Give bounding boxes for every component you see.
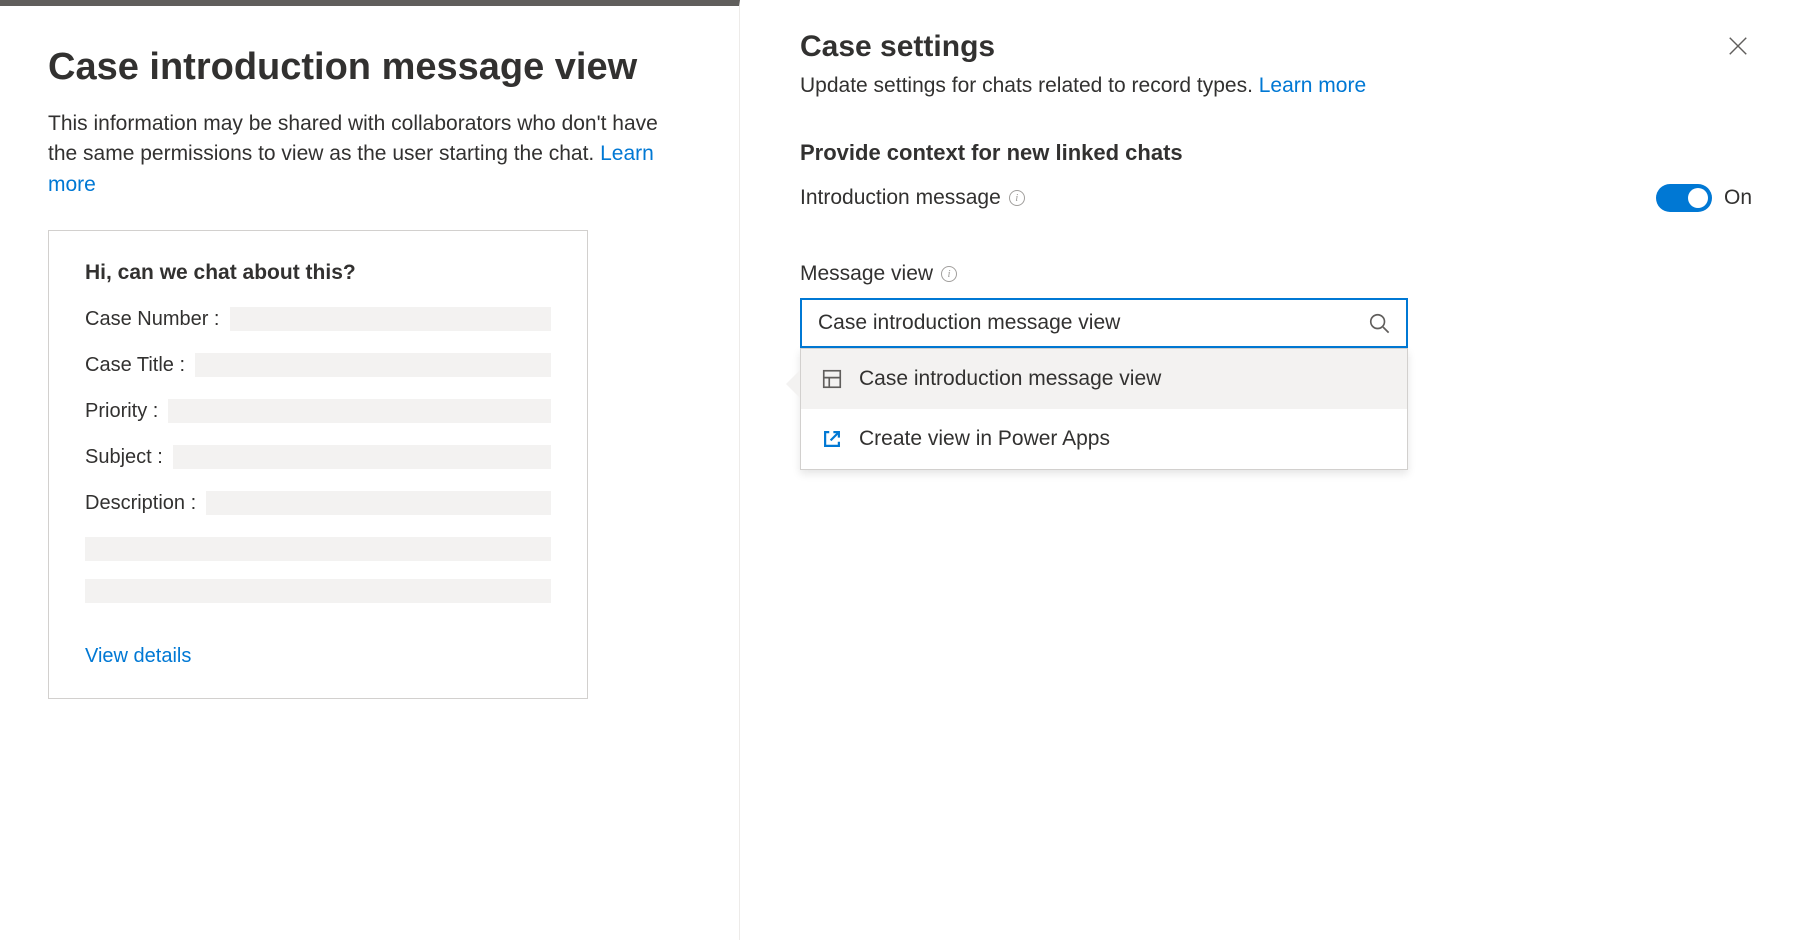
close-button[interactable] [1724, 32, 1752, 60]
field-skeleton [168, 399, 551, 423]
search-icon [1368, 312, 1390, 334]
left-panel-title: Case introduction message view [48, 46, 691, 89]
message-view-combobox[interactable]: Case introduction message view [800, 298, 1408, 348]
field-row-case-number: Case Number : [85, 307, 551, 331]
field-skeleton [85, 537, 551, 561]
right-panel-title: Case settings [800, 30, 1752, 64]
dropdown-item-create-view[interactable]: Create view in Power Apps [801, 409, 1407, 469]
field-label-description: Description : [85, 492, 196, 515]
info-icon[interactable]: i [1009, 190, 1025, 206]
field-skeleton [195, 353, 551, 377]
introduction-message-row: Introduction message i On [800, 184, 1752, 212]
view-icon [821, 368, 843, 390]
learn-more-link-right[interactable]: Learn more [1259, 74, 1366, 97]
toggle-state-label: On [1724, 186, 1752, 210]
view-details-link[interactable]: View details [85, 645, 191, 668]
dropdown-item-label: Case introduction message view [859, 367, 1161, 391]
message-view-combobox-wrap: Case introduction message view Case [800, 298, 1408, 348]
right-panel: Case settings Update settings for chats … [740, 0, 1800, 940]
preview-heading: Hi, can we chat about this? [85, 261, 551, 285]
message-view-label: Message view i [800, 262, 1752, 286]
field-label-subject: Subject : [85, 446, 163, 469]
left-panel: Case introduction message view This info… [0, 0, 740, 940]
field-label-case-number: Case Number : [85, 308, 220, 331]
msg-view-label-text: Message view [800, 262, 933, 286]
field-row-subject: Subject : [85, 445, 551, 469]
left-panel-description: This information may be shared with coll… [48, 109, 691, 200]
close-icon [1727, 35, 1749, 57]
intro-label-text: Introduction message [800, 186, 1001, 210]
field-row-case-title: Case Title : [85, 353, 551, 377]
field-skeleton [206, 491, 551, 515]
introduction-message-label: Introduction message i [800, 186, 1025, 210]
field-skeleton [85, 579, 551, 603]
dropdown-item-case-intro-view[interactable]: Case introduction message view [801, 349, 1407, 409]
dropdown-item-label: Create view in Power Apps [859, 427, 1110, 451]
field-skeleton [173, 445, 551, 469]
toggle-thumb [1688, 188, 1708, 208]
dropdown-pointer [786, 370, 800, 398]
open-external-icon [821, 428, 843, 450]
right-panel-subtitle: Update settings for chats related to rec… [800, 74, 1752, 98]
message-view-dropdown: Case introduction message view Create vi… [800, 348, 1408, 470]
info-icon[interactable]: i [941, 266, 957, 282]
section-heading-context: Provide context for new linked chats [800, 140, 1752, 166]
intro-message-toggle[interactable] [1656, 184, 1712, 212]
field-row-priority: Priority : [85, 399, 551, 423]
left-desc-text: This information may be shared with coll… [48, 112, 658, 165]
field-skeleton [230, 307, 552, 331]
field-label-priority: Priority : [85, 400, 158, 423]
right-subtitle-text: Update settings for chats related to rec… [800, 74, 1253, 97]
field-row-description: Description : [85, 491, 551, 515]
combobox-value: Case introduction message view [818, 311, 1120, 335]
message-preview-card: Hi, can we chat about this? Case Number … [48, 230, 588, 699]
field-label-case-title: Case Title : [85, 354, 185, 377]
toggle-wrapper: On [1656, 184, 1752, 212]
